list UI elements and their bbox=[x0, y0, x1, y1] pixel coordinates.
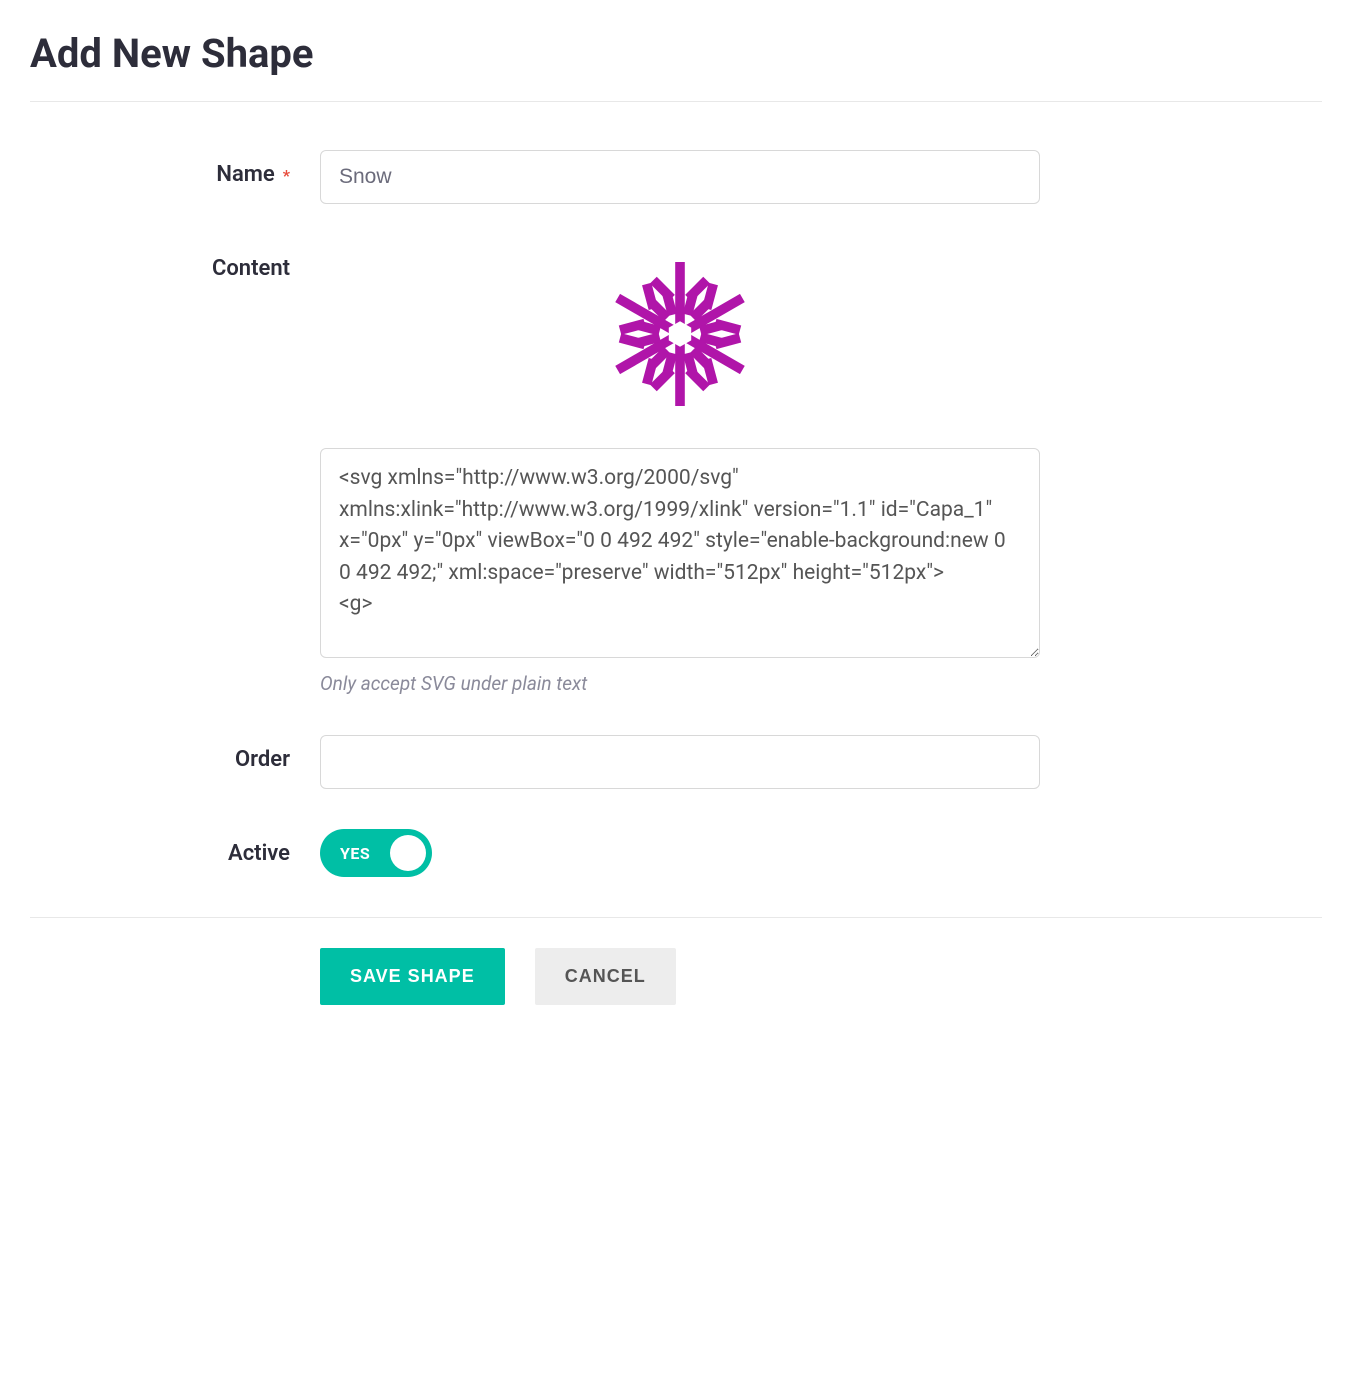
content-helper-text: Only accept SVG under plain text bbox=[320, 672, 1040, 695]
name-input[interactable] bbox=[320, 150, 1040, 204]
content-label: Content bbox=[212, 256, 290, 281]
required-indicator: * bbox=[283, 166, 290, 185]
button-row: SAVE SHAPE CANCEL bbox=[320, 948, 1322, 1005]
order-label: Order bbox=[235, 747, 290, 772]
bottom-divider bbox=[30, 917, 1322, 918]
order-input[interactable] bbox=[320, 735, 1040, 789]
svg-preview bbox=[320, 254, 1040, 418]
toggle-state-label: YES bbox=[340, 844, 370, 863]
divider bbox=[30, 101, 1322, 102]
snowflake-icon bbox=[600, 254, 760, 414]
toggle-knob bbox=[390, 835, 426, 871]
form-row-order: Order bbox=[30, 735, 1322, 789]
name-label: Name bbox=[216, 162, 274, 187]
form-row-name: Name * bbox=[30, 150, 1322, 204]
active-toggle[interactable]: YES bbox=[320, 829, 432, 877]
cancel-button[interactable]: CANCEL bbox=[535, 948, 676, 1005]
content-textarea[interactable] bbox=[320, 448, 1040, 658]
active-label: Active bbox=[228, 841, 290, 866]
save-button[interactable]: SAVE SHAPE bbox=[320, 948, 505, 1005]
page-title: Add New Shape bbox=[30, 30, 1322, 77]
form-row-active: Active YES bbox=[30, 829, 1322, 877]
form-row-content: Content bbox=[30, 244, 1322, 695]
